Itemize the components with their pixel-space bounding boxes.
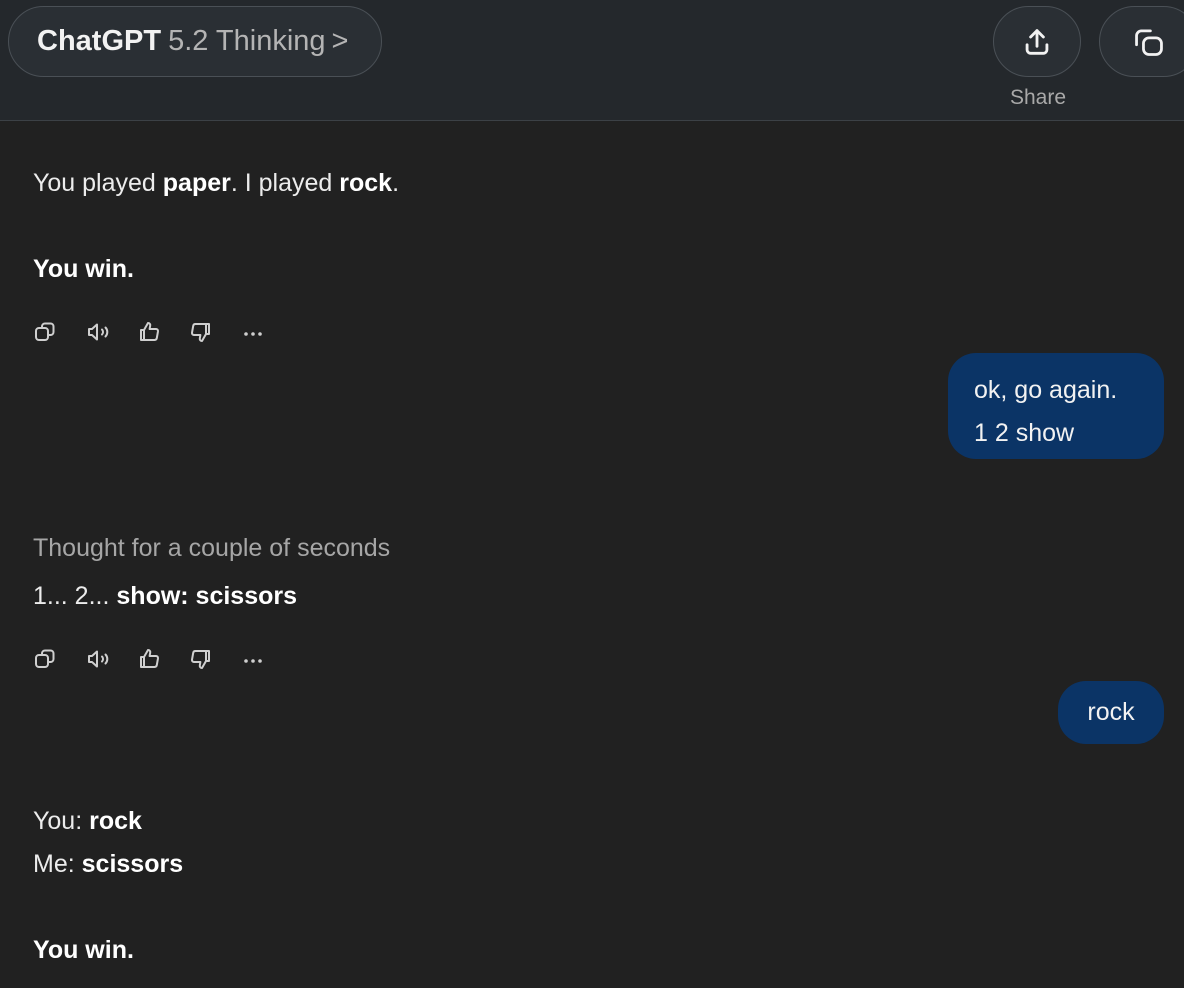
copy-icon bbox=[35, 322, 55, 341]
model-version: 5.2 Thinking bbox=[168, 25, 326, 57]
message-actions bbox=[33, 645, 293, 673]
user-message-line: 1 2 show bbox=[974, 419, 1075, 447]
copy-button[interactable] bbox=[33, 318, 85, 346]
thumbs-up-button[interactable] bbox=[137, 645, 189, 673]
text-segment: . bbox=[392, 169, 400, 197]
text-segment: Me: bbox=[33, 850, 75, 878]
user-message-line: ok, go again. bbox=[974, 376, 1118, 404]
read-aloud-icon bbox=[88, 650, 109, 668]
assistant-result: You win. bbox=[33, 936, 134, 964]
read-aloud-button[interactable] bbox=[85, 318, 137, 346]
thumbs-down-icon bbox=[191, 650, 210, 669]
copy-button[interactable] bbox=[33, 645, 85, 673]
bold-word: paper bbox=[162, 169, 231, 197]
text-segment: You played bbox=[33, 169, 156, 197]
thumbs-up-button[interactable] bbox=[137, 318, 189, 346]
assistant-message-line: You: rock bbox=[33, 807, 142, 836]
more-icon bbox=[244, 659, 262, 663]
assistant-message-text: You played paper. I played rock. bbox=[33, 169, 399, 198]
more-options-button[interactable] bbox=[241, 645, 293, 673]
thumbs-down-icon bbox=[191, 323, 210, 342]
share-label: Share bbox=[1009, 86, 1067, 109]
top-bar: ChatGPT 5.2 Thinking > Share bbox=[0, 0, 1184, 121]
assistant-message-text: 1... 2... show: scissors bbox=[33, 582, 297, 611]
bold-word: rock bbox=[89, 807, 142, 835]
thumbs-up-icon bbox=[140, 322, 159, 341]
user-message-bubble: rock bbox=[1058, 681, 1164, 744]
new-chat-button[interactable] bbox=[1099, 6, 1184, 77]
text-segment: You: bbox=[33, 807, 83, 835]
more-options-button[interactable] bbox=[241, 318, 293, 346]
model-selector-button[interactable]: ChatGPT 5.2 Thinking > bbox=[8, 6, 382, 77]
share-upload-icon bbox=[1025, 28, 1049, 55]
thumbs-down-button[interactable] bbox=[189, 318, 241, 346]
user-message-bubble: ok, go again. 1 2 show bbox=[948, 353, 1164, 459]
message-actions bbox=[33, 318, 293, 346]
chevron-right-icon: > bbox=[331, 25, 349, 57]
model-name: ChatGPT bbox=[37, 25, 162, 57]
bold-word: scissors bbox=[81, 850, 184, 878]
new-chat-copy-icon bbox=[1135, 29, 1163, 56]
read-aloud-button[interactable] bbox=[85, 645, 137, 673]
thought-duration-toggle[interactable]: Thought for a couple of seconds bbox=[33, 534, 390, 563]
read-aloud-icon bbox=[88, 323, 109, 341]
share-button[interactable] bbox=[993, 6, 1081, 77]
text-segment: 1... 2... bbox=[33, 582, 110, 610]
text-segment: . I played bbox=[230, 169, 333, 197]
assistant-result: You win. bbox=[33, 255, 134, 283]
assistant-message-line: Me: scissors bbox=[33, 850, 183, 879]
bold-word: show: scissors bbox=[116, 582, 298, 610]
bold-word: rock bbox=[339, 169, 393, 197]
thumbs-down-button[interactable] bbox=[189, 645, 241, 673]
more-icon bbox=[244, 332, 262, 336]
thumbs-up-icon bbox=[140, 649, 159, 668]
copy-icon bbox=[35, 649, 55, 668]
